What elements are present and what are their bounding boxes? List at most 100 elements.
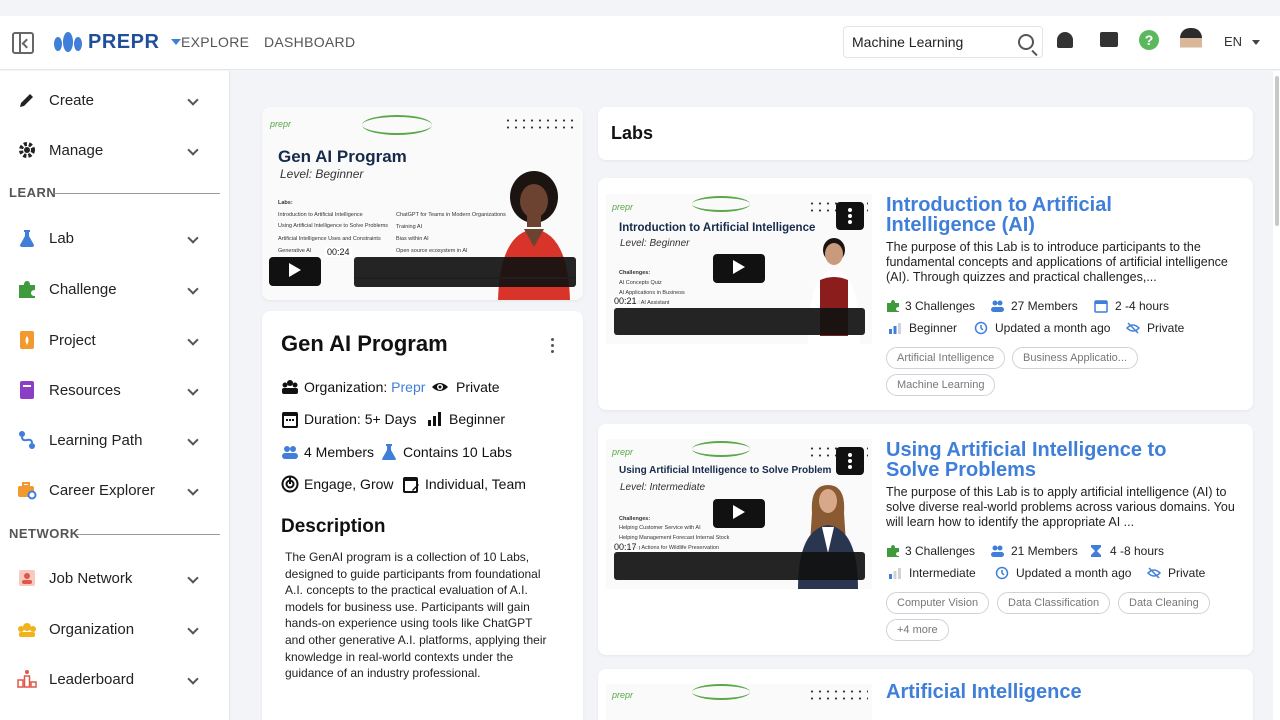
decorative-squiggle bbox=[692, 441, 750, 457]
video-brand-text: prepr bbox=[612, 447, 634, 457]
more-options-icon[interactable] bbox=[551, 338, 555, 354]
description-title: Description bbox=[281, 516, 386, 537]
level-bars-icon bbox=[889, 568, 901, 579]
target-icon bbox=[281, 475, 299, 493]
chevron-down-icon[interactable] bbox=[187, 384, 199, 396]
tag-more[interactable]: +4 more bbox=[886, 619, 949, 641]
video-brand-text: prepr bbox=[612, 202, 634, 212]
lab-video[interactable]: prepr Using Artificial Intelligence to S… bbox=[606, 439, 872, 589]
scrollbar-thumb[interactable] bbox=[1275, 76, 1279, 226]
gear-icon bbox=[19, 142, 35, 158]
lab-video[interactable]: prepr bbox=[606, 684, 872, 720]
lab-duration: 4 -8 hours bbox=[1087, 544, 1164, 558]
avatar[interactable] bbox=[1180, 28, 1202, 56]
sidebar-item-manage[interactable]: Manage bbox=[0, 132, 220, 168]
sidebar-item-organization[interactable]: Organization bbox=[0, 611, 220, 647]
video-time: 00:17 bbox=[612, 542, 639, 552]
program-video[interactable]: prepr Gen AI Program Level: Beginner Lab… bbox=[262, 107, 583, 300]
organization-link[interactable]: Prepr bbox=[391, 379, 425, 395]
level-bars-icon bbox=[889, 323, 901, 334]
organization-icon bbox=[282, 380, 298, 394]
level-text: Intermediate bbox=[909, 566, 976, 580]
labs-heading: Labs bbox=[611, 123, 654, 143]
flask-icon bbox=[382, 444, 396, 460]
program-visibility: Private bbox=[429, 378, 500, 396]
chevron-down-icon[interactable] bbox=[187, 144, 199, 156]
tag[interactable]: Data Classification bbox=[997, 592, 1111, 614]
sidebar-item-career-explorer[interactable]: Career Explorer bbox=[0, 472, 220, 508]
team-text: Individual, Team bbox=[425, 476, 526, 492]
decorative-squiggle bbox=[692, 196, 750, 212]
video-labs-heading: Labs: bbox=[278, 200, 293, 206]
divider bbox=[76, 534, 220, 535]
play-button[interactable] bbox=[713, 254, 765, 283]
challenges-text: 3 Challenges bbox=[905, 299, 976, 313]
chevron-down-icon[interactable] bbox=[187, 232, 199, 244]
chevron-down-icon[interactable] bbox=[187, 94, 199, 106]
play-button[interactable] bbox=[713, 499, 765, 528]
sidebar-item-create[interactable]: Create bbox=[0, 82, 220, 118]
lab-title[interactable]: Artificial Intelligence bbox=[886, 682, 1186, 702]
chevron-down-icon[interactable] bbox=[187, 572, 199, 584]
bell-icon[interactable] bbox=[1057, 32, 1073, 48]
more-options-icon[interactable] bbox=[836, 447, 864, 475]
lab-members: 27 Members bbox=[988, 299, 1078, 313]
tag[interactable]: Business Applicatio... bbox=[1012, 347, 1138, 369]
video-challenge-item: AI Concepts Quiz bbox=[619, 280, 662, 286]
description-text: The GenAI program is a collection of 10 … bbox=[285, 550, 547, 681]
sidebar-item-job-network[interactable]: Job Network bbox=[0, 560, 220, 596]
project-icon bbox=[20, 331, 34, 349]
sidebar-item-resources[interactable]: Resources bbox=[0, 372, 220, 408]
chevron-down-icon[interactable] bbox=[1252, 40, 1260, 45]
video-lab-item: Open source ecosystem in AI bbox=[396, 248, 468, 254]
chevron-down-icon[interactable] bbox=[187, 623, 199, 635]
organization-icon bbox=[18, 623, 36, 637]
lab-video[interactable]: prepr Introduction to Artificial Intelli… bbox=[606, 194, 872, 344]
video-controls-bar bbox=[354, 257, 576, 287]
path-icon bbox=[19, 431, 35, 449]
calendar-edit-icon bbox=[403, 477, 419, 493]
chevron-down-icon[interactable] bbox=[187, 283, 199, 295]
chat-icon[interactable] bbox=[1100, 32, 1118, 47]
top-bar: PREPR EXPLORE DASHBOARD ? EN bbox=[0, 16, 1280, 70]
video-lab-item: Artificial Intelligence Uses and Constra… bbox=[278, 236, 381, 242]
program-labs-count: Contains 10 Labs bbox=[380, 443, 512, 461]
video-title: Using Artificial Intelligence to Solve P… bbox=[619, 465, 832, 476]
video-challenges-heading: Challenges: bbox=[619, 516, 651, 522]
chevron-down-icon[interactable] bbox=[187, 484, 199, 496]
sidebar-item-lab[interactable]: Lab bbox=[0, 220, 220, 256]
brand-logo[interactable]: PREPR bbox=[54, 30, 182, 54]
nav-explore[interactable]: EXPLORE bbox=[181, 34, 249, 50]
sidebar-item-project[interactable]: Project bbox=[0, 322, 220, 358]
sidebar-item-label: Job Network bbox=[49, 569, 133, 587]
tag[interactable]: Artificial Intelligence bbox=[886, 347, 1006, 369]
lab-title[interactable]: Using Artificial Intelligence to Solve P… bbox=[886, 440, 1186, 480]
nav-dashboard[interactable]: DASHBOARD bbox=[264, 34, 355, 50]
play-button[interactable] bbox=[269, 257, 321, 286]
visibility-text: Private bbox=[456, 379, 500, 395]
lab-level: Beginner bbox=[886, 321, 957, 335]
tag[interactable]: Machine Learning bbox=[886, 374, 996, 396]
video-lab-item: ChatGPT for Teams in Modern Organization… bbox=[396, 212, 506, 218]
search-icon[interactable] bbox=[1018, 34, 1034, 50]
tag[interactable]: Data Cleaning bbox=[1118, 592, 1210, 614]
lab-title[interactable]: Introduction to Artificial Intelligence … bbox=[886, 195, 1186, 235]
chevron-down-icon[interactable] bbox=[171, 39, 182, 45]
chevron-down-icon[interactable] bbox=[187, 434, 199, 446]
help-icon[interactable]: ? bbox=[1139, 30, 1159, 50]
more-options-icon[interactable] bbox=[836, 202, 864, 230]
duration-text: 4 -8 hours bbox=[1110, 544, 1165, 558]
video-controls-bar bbox=[614, 552, 865, 580]
tag[interactable]: Computer Vision bbox=[886, 592, 990, 614]
video-title: Gen AI Program bbox=[278, 147, 407, 166]
search-input[interactable] bbox=[852, 34, 1012, 50]
sidebar-item-learning-path[interactable]: Learning Path bbox=[0, 422, 220, 458]
chevron-down-icon[interactable] bbox=[187, 334, 199, 346]
language-select[interactable]: EN bbox=[1224, 34, 1242, 49]
video-time: 00:21 bbox=[612, 296, 639, 306]
chevron-down-icon[interactable] bbox=[187, 673, 199, 685]
sidebar-item-leaderboard[interactable]: Leaderboard bbox=[0, 661, 220, 697]
sidebar-collapse-icon[interactable] bbox=[12, 32, 34, 54]
video-lab-item: Generative AI bbox=[278, 248, 312, 254]
sidebar-item-challenge[interactable]: Challenge bbox=[0, 271, 220, 307]
